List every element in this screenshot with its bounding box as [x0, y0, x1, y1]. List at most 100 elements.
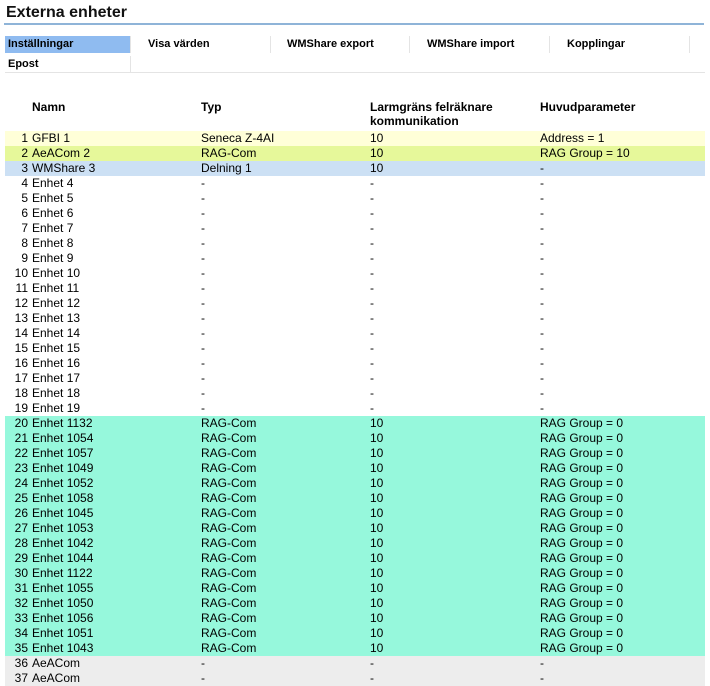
unit-name: Enhet 1050 — [32, 596, 94, 610]
table-row[interactable]: 35 Enhet 1043 RAG-Com 10 RAG Group = 0 — [5, 641, 705, 656]
unit-type: - — [201, 371, 205, 385]
unit-type: - — [201, 341, 205, 355]
main-parameter: RAG Group = 0 — [540, 521, 624, 535]
main-parameter: - — [540, 356, 544, 370]
unit-name: WMShare 3 — [32, 161, 96, 175]
row-number: 35 — [14, 641, 28, 655]
table-row[interactable]: 25 Enhet 1058 RAG-Com 10 RAG Group = 0 — [5, 491, 705, 506]
alarm-threshold: - — [370, 221, 374, 235]
alarm-threshold: 10 — [370, 146, 384, 160]
table-row[interactable]: 6 Enhet 6 - - - — [5, 206, 705, 221]
tab-wmshare-import[interactable]: WMShare import — [424, 36, 550, 53]
table-row[interactable]: 27 Enhet 1053 RAG-Com 10 RAG Group = 0 — [5, 521, 705, 536]
unit-type: RAG-Com — [201, 626, 257, 640]
main-parameter: RAG Group = 0 — [540, 431, 624, 445]
unit-type: - — [201, 236, 205, 250]
row-number: 10 — [14, 266, 28, 280]
table-row[interactable]: 32 Enhet 1050 RAG-Com 10 RAG Group = 0 — [5, 596, 705, 611]
alarm-threshold: 10 — [370, 131, 384, 145]
row-number: 28 — [14, 536, 28, 550]
main-parameter: RAG Group = 0 — [540, 536, 624, 550]
table-row[interactable]: 16 Enhet 16 - - - — [5, 356, 705, 371]
column-header-alarm: Larmgräns felräknare kommunikation — [370, 100, 493, 128]
table-row[interactable]: 13 Enhet 13 - - - — [5, 311, 705, 326]
table-row[interactable]: 10 Enhet 10 - - - — [5, 266, 705, 281]
alarm-threshold: 10 — [370, 416, 384, 430]
table-row[interactable]: 9 Enhet 9 - - - — [5, 251, 705, 266]
unit-name: Enhet 16 — [32, 356, 81, 370]
unit-type: - — [201, 296, 205, 310]
table-row[interactable]: 37 AeACom - - - — [5, 671, 705, 686]
unit-type: RAG-Com — [201, 416, 257, 430]
main-parameter: RAG Group = 0 — [540, 611, 624, 625]
table-row[interactable]: 22 Enhet 1057 RAG-Com 10 RAG Group = 0 — [5, 446, 705, 461]
main-parameter: - — [540, 341, 544, 355]
unit-name: Enhet 1053 — [32, 521, 94, 535]
row-number: 27 — [14, 521, 28, 535]
table-row[interactable]: 3 WMShare 3 Delning 1 10 - — [5, 161, 705, 176]
tab-epost[interactable]: Epost — [5, 56, 131, 73]
row-number: 5 — [21, 191, 28, 205]
unit-type: RAG-Com — [201, 431, 257, 445]
table-row[interactable]: 5 Enhet 5 - - - — [5, 191, 705, 206]
alarm-threshold: 10 — [370, 461, 384, 475]
table-row[interactable]: 14 Enhet 14 - - - — [5, 326, 705, 341]
table-row[interactable]: 11 Enhet 11 - - - — [5, 281, 705, 296]
table-row[interactable]: 18 Enhet 18 - - - — [5, 386, 705, 401]
tab-wmshare-export[interactable]: WMShare export — [284, 36, 410, 53]
tab-installningar[interactable]: Inställningar — [5, 36, 131, 53]
title-divider — [4, 23, 704, 25]
tab-kopplingar[interactable]: Kopplingar — [564, 36, 690, 53]
alarm-threshold: 10 — [370, 506, 384, 520]
row-number: 3 — [21, 161, 28, 175]
table-row[interactable]: 21 Enhet 1054 RAG-Com 10 RAG Group = 0 — [5, 431, 705, 446]
unit-name: Enhet 4 — [32, 176, 74, 190]
table-row[interactable]: 31 Enhet 1055 RAG-Com 10 RAG Group = 0 — [5, 581, 705, 596]
unit-type: RAG-Com — [201, 566, 257, 580]
table-row[interactable]: 1 GFBI 1 Seneca Z-4AI 10 Address = 1 — [5, 131, 705, 146]
main-parameter: RAG Group = 0 — [540, 641, 624, 655]
tab-visa-varden[interactable]: Visa värden — [145, 36, 271, 53]
row-number: 4 — [21, 176, 28, 190]
table-row[interactable]: 33 Enhet 1056 RAG-Com 10 RAG Group = 0 — [5, 611, 705, 626]
row-number: 22 — [14, 446, 28, 460]
table-row[interactable]: 29 Enhet 1044 RAG-Com 10 RAG Group = 0 — [5, 551, 705, 566]
table-header: Namn Typ Larmgräns felräknare kommunikat… — [0, 100, 710, 130]
unit-type: - — [201, 671, 205, 685]
row-number: 37 — [14, 671, 28, 685]
table-row[interactable]: 8 Enhet 8 - - - — [5, 236, 705, 251]
unit-name: Enhet 19 — [32, 401, 81, 415]
table-row[interactable]: 2 AeACom 2 RAG-Com 10 RAG Group = 10 — [5, 146, 705, 161]
table-row[interactable]: 7 Enhet 7 - - - — [5, 221, 705, 236]
main-parameter: RAG Group = 0 — [540, 596, 624, 610]
table-row[interactable]: 23 Enhet 1049 RAG-Com 10 RAG Group = 0 — [5, 461, 705, 476]
table-row[interactable]: 4 Enhet 4 - - - — [5, 176, 705, 191]
unit-type: Delning 1 — [201, 161, 252, 175]
table-row[interactable]: 12 Enhet 12 - - - — [5, 296, 705, 311]
table-row[interactable]: 20 Enhet 1132 RAG-Com 10 RAG Group = 0 — [5, 416, 705, 431]
table-row[interactable]: 28 Enhet 1042 RAG-Com 10 RAG Group = 0 — [5, 536, 705, 551]
unit-name: Enhet 10 — [32, 266, 81, 280]
table-row[interactable]: 36 AeACom - - - — [5, 656, 705, 671]
table-row[interactable]: 30 Enhet 1122 RAG-Com 10 RAG Group = 0 — [5, 566, 705, 581]
unit-name: AeACom — [32, 671, 81, 685]
table-row[interactable]: 19 Enhet 19 - - - — [5, 401, 705, 416]
unit-type: - — [201, 221, 205, 235]
table-row[interactable]: 17 Enhet 17 - - - — [5, 371, 705, 386]
unit-type: - — [201, 266, 205, 280]
row-number: 15 — [14, 341, 28, 355]
alarm-threshold: - — [370, 326, 374, 340]
unit-type: - — [201, 311, 205, 325]
table-row[interactable]: 34 Enhet 1051 RAG-Com 10 RAG Group = 0 — [5, 626, 705, 641]
unit-name: Enhet 1132 — [32, 416, 93, 430]
table-row[interactable]: 24 Enhet 1052 RAG-Com 10 RAG Group = 0 — [5, 476, 705, 491]
table-row[interactable]: 26 Enhet 1045 RAG-Com 10 RAG Group = 0 — [5, 506, 705, 521]
alarm-threshold: - — [370, 386, 374, 400]
tab-divider — [5, 72, 705, 73]
alarm-threshold: 10 — [370, 581, 384, 595]
alarm-threshold: - — [370, 281, 374, 295]
main-parameter: RAG Group = 0 — [540, 551, 624, 565]
main-parameter: - — [540, 311, 544, 325]
main-parameter: - — [540, 656, 544, 670]
table-row[interactable]: 15 Enhet 15 - - - — [5, 341, 705, 356]
